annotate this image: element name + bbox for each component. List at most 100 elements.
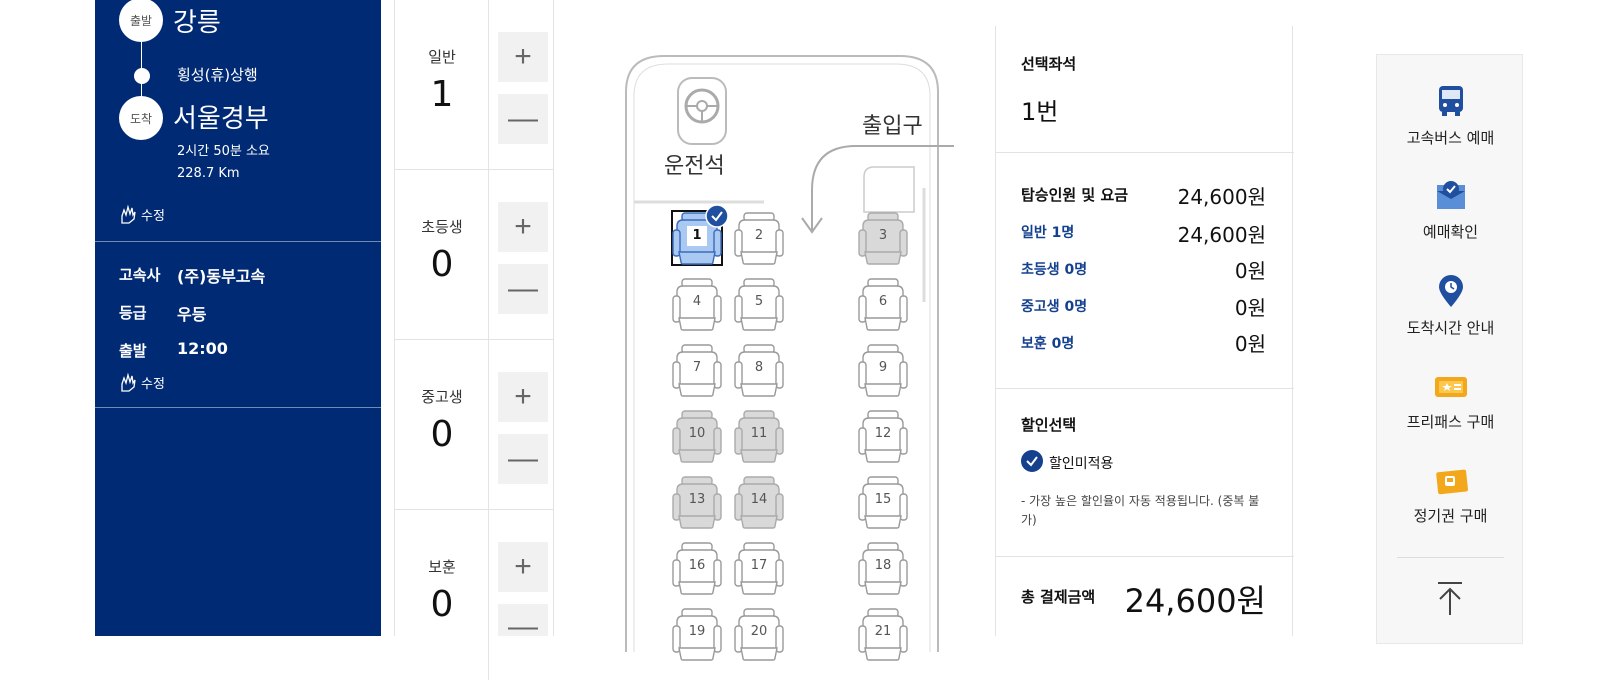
route-edit-button[interactable]: 수정 (119, 204, 165, 224)
discount-option-label: 할인미적용 (1049, 456, 1114, 472)
total-label: 총 결제금액 (1021, 588, 1096, 606)
counter-label: 중고생 (421, 388, 463, 406)
departure-badge: 출발 (119, 0, 163, 42)
bus-edit-button[interactable]: 수정 (119, 372, 165, 392)
quick-item-arrival-time[interactable] (1377, 273, 1524, 313)
seat-6[interactable]: 6 (857, 276, 913, 332)
arrival-badge: 도착 (119, 96, 163, 140)
entrance-label: 출입구 (862, 114, 923, 139)
seat-number: 5 (754, 294, 764, 309)
seat-14: 14 (733, 474, 789, 530)
divider (1397, 557, 1504, 558)
selected-check-icon (705, 204, 729, 232)
decrease-button[interactable]: — (498, 434, 548, 484)
divider (95, 241, 381, 242)
seat-12[interactable]: 12 (857, 408, 913, 464)
seat-1[interactable]: 1 (671, 204, 729, 266)
quick-item-freepass[interactable] (1377, 369, 1524, 409)
seat-number: 13 (688, 492, 706, 507)
seat-5[interactable]: 5 (733, 276, 789, 332)
quick-label: 도착시간 안내 (1406, 319, 1495, 337)
seat-number: 7 (692, 360, 702, 375)
steering-wheel-icon (674, 76, 730, 150)
driver-seat-label: 운전석 (664, 154, 725, 179)
via-stop: 횡성(휴)상행 (177, 66, 258, 84)
divider (95, 407, 381, 408)
seat-number: 3 (878, 228, 888, 243)
seat-17[interactable]: 17 (733, 540, 789, 596)
seat-number: 14 (750, 492, 768, 507)
check-circle-icon (1021, 450, 1043, 476)
increase-button[interactable]: + (498, 372, 548, 422)
discount-note: - 가장 높은 할인율이 자동 적용됩니다. (중복 불가) (1021, 494, 1260, 527)
divider (996, 152, 1294, 153)
counter-value: 0 (430, 414, 454, 455)
seat-2[interactable]: 2 (733, 210, 789, 266)
seat-9[interactable]: 9 (857, 342, 913, 398)
seat-number: 20 (750, 624, 768, 639)
seat-number: 9 (878, 360, 888, 375)
plus-icon: + (514, 40, 532, 73)
seat-8[interactable]: 8 (733, 342, 789, 398)
seat-number: 8 (754, 360, 764, 375)
increase-button[interactable]: + (498, 32, 548, 82)
quick-item-reservation-check[interactable] (1377, 177, 1524, 217)
seat-10: 10 (671, 408, 727, 464)
arrival-city: 서울경부 (173, 104, 269, 134)
decrease-button[interactable]: — (498, 94, 548, 144)
freepass-icon (1433, 369, 1469, 409)
counter-label: 일반 (428, 48, 456, 66)
discount-title: 할인선택 (1021, 416, 1077, 434)
route-panel: 출발 강릉 횡성(휴)상행 도착 서울경부 2시간 50분 소요 228.7 K… (95, 0, 381, 636)
ticket-check-icon (1433, 177, 1469, 217)
seat-15[interactable]: 15 (857, 474, 913, 530)
plus-icon: + (514, 380, 532, 413)
bus-icon (1433, 83, 1469, 123)
edit-hand-icon (119, 372, 137, 392)
increase-button[interactable]: + (498, 542, 548, 592)
fare-row-value: 24,600원 (1177, 223, 1266, 247)
seat-11: 11 (733, 408, 789, 464)
seat-number: 4 (692, 294, 702, 309)
quick-label: 고속버스 예매 (1406, 129, 1495, 147)
counter-value: 0 (430, 584, 454, 625)
seat-16[interactable]: 16 (671, 540, 727, 596)
seat-21[interactable]: 21 (857, 606, 913, 662)
decrease-button[interactable]: — (498, 264, 548, 314)
fare-row-value: 0원 (1234, 332, 1266, 356)
seat-18[interactable]: 18 (857, 540, 913, 596)
seat-13: 13 (671, 474, 727, 530)
plus-icon: + (514, 550, 532, 583)
season-ticket-icon (1433, 463, 1469, 503)
quick-item-bus-booking[interactable] (1377, 83, 1524, 123)
seat-number: 17 (750, 558, 768, 573)
seat-20[interactable]: 20 (733, 606, 789, 662)
decrease-button[interactable]: — (498, 604, 548, 636)
seat-19[interactable]: 19 (671, 606, 727, 662)
fare-row-label: 중고생 0명 (1021, 299, 1088, 315)
discount-option[interactable]: 할인미적용 (1021, 450, 1113, 476)
fare-row-label: 보훈 0명 (1021, 336, 1075, 352)
edit-hand-icon (119, 204, 137, 224)
seat-4[interactable]: 4 (671, 276, 727, 332)
minus-icon: — (508, 442, 538, 475)
fare-row-label: 일반 1명 (1021, 225, 1075, 241)
increase-button[interactable]: + (498, 202, 548, 252)
counter-label: 보훈 (428, 558, 456, 576)
passenger-counters: 일반 1 + — 초등생 0 + — 중고생 0 + — 보훈 0 + — (394, 0, 554, 680)
counter-general: 일반 1 + — (395, 0, 554, 170)
company-value: (주)동부고속 (177, 267, 266, 286)
selected-seat-title: 선택좌석 (1021, 55, 1077, 73)
minus-icon: — (508, 102, 538, 135)
divider (996, 556, 1294, 557)
quick-label: 프리패스 구매 (1406, 413, 1495, 431)
seat-7[interactable]: 7 (671, 342, 727, 398)
fare-title: 탑승인원 및 요금 (1021, 186, 1129, 204)
seat-number: 19 (688, 624, 706, 639)
seat-number: 10 (688, 426, 706, 441)
via-dot (134, 68, 150, 84)
counter-elementary: 초등생 0 + — (395, 170, 554, 340)
scroll-top-button[interactable] (1434, 581, 1466, 619)
quick-item-season-ticket[interactable] (1377, 463, 1524, 503)
depart-label: 출발 (119, 342, 147, 360)
